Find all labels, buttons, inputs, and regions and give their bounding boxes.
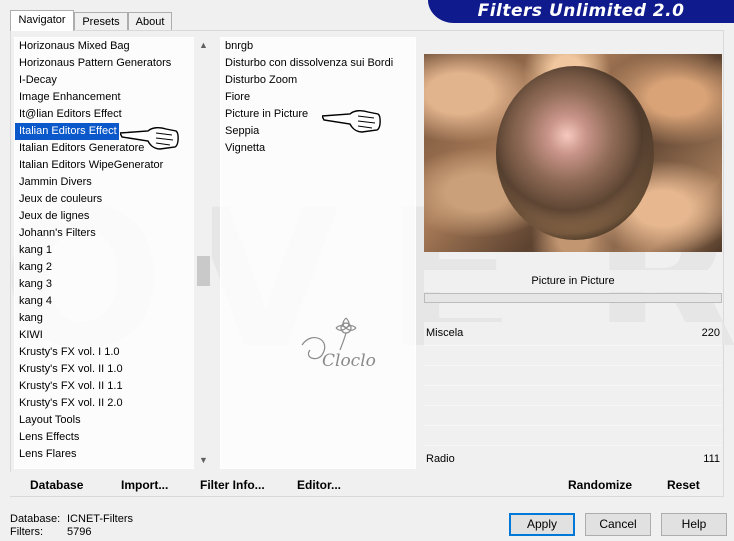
category-item-label: kang 2 [19, 261, 53, 273]
category-item-label: Krusty's FX vol. II 1.1 [19, 380, 123, 392]
divider [424, 345, 722, 346]
filters-count-label: Filters: [10, 526, 43, 538]
category-item[interactable]: Krusty's FX vol. II 1.1 [15, 378, 209, 395]
category-item[interactable]: kang 3 [15, 276, 209, 293]
tab-navigator[interactable]: Navigator [10, 10, 74, 31]
cancel-button[interactable]: Cancel [585, 513, 651, 536]
reset-button[interactable]: Reset [667, 478, 700, 492]
category-item[interactable]: Krusty's FX vol. I 1.0 [15, 344, 209, 361]
category-item-label: Krusty's FX vol. II 1.0 [19, 363, 123, 375]
category-item[interactable]: Johann's Filters [15, 225, 209, 242]
category-item[interactable]: Horizonaus Pattern Generators [15, 55, 209, 72]
category-item[interactable]: kang 2 [15, 259, 209, 276]
category-scrollbar[interactable]: ▲ ▼ [194, 37, 212, 469]
category-item-label: kang 3 [19, 278, 53, 290]
divider [424, 425, 722, 426]
param-slider-miscela[interactable]: Miscela 220 [424, 325, 722, 341]
category-item-label: kang 1 [19, 244, 53, 256]
signature-text: Cloclo [322, 351, 376, 371]
filter-item[interactable]: Fiore [221, 89, 415, 106]
pointing-hand-icon [322, 109, 381, 133]
param-value: 220 [701, 327, 720, 339]
divider [424, 385, 722, 386]
category-item-label: Italian Editors Effect [15, 123, 119, 140]
signature-watermark-icon: Cloclo [301, 317, 376, 371]
preview-sphere [496, 66, 654, 240]
filters-count-value: 5796 [67, 526, 92, 538]
category-item[interactable]: Jeux de couleurs [15, 191, 209, 208]
filter-item[interactable]: Disturbo Zoom [221, 72, 415, 89]
help-button[interactable]: Help [661, 513, 727, 536]
apply-button[interactable]: Apply [509, 513, 575, 536]
category-item[interactable]: Lens Flares [15, 446, 209, 463]
category-item-label: I-Decay [19, 74, 57, 86]
category-item-label: Horizonaus Mixed Bag [19, 40, 130, 52]
tab-presets[interactable]: Presets [74, 12, 128, 30]
database-button[interactable]: Database [30, 478, 83, 492]
filter-item[interactable]: Seppia [221, 123, 415, 140]
category-item-label: Layout Tools [19, 414, 81, 426]
preview-progress-bar [424, 293, 722, 303]
filter-info-button[interactable]: Filter Info... [200, 478, 265, 492]
category-item-label: Italian Editors WipeGenerator [19, 159, 164, 171]
category-item-label: Jeux de lignes [19, 210, 90, 222]
import-button[interactable]: Import... [121, 478, 168, 492]
category-item[interactable]: Krusty's FX vol. II 2.0 [15, 395, 209, 412]
category-list[interactable]: Horizonaus Mixed Bag Horizonaus Pattern G… [14, 37, 210, 469]
category-item[interactable]: It@lian Editors Effect [15, 106, 209, 123]
category-item[interactable]: kang 4 [15, 293, 209, 310]
category-item-label: Lens Flares [19, 448, 77, 460]
category-item-label: kang [19, 312, 43, 324]
tab-about[interactable]: About [128, 12, 172, 30]
randomize-button[interactable]: Randomize [568, 478, 632, 492]
app-title: Filters Unlimited 2.0 [477, 1, 685, 21]
category-item[interactable]: Image Enhancement [15, 89, 209, 106]
category-item-label: KIWI [19, 329, 43, 341]
category-item-label: Krusty's FX vol. II 2.0 [19, 397, 123, 409]
param-value: 111 [703, 453, 720, 465]
category-item-label: kang 4 [19, 295, 53, 307]
filter-item[interactable]: Disturbo con dissolvenza sui Bordi [221, 55, 415, 72]
filter-name-label: Picture in Picture [424, 270, 722, 292]
filter-preview-image [424, 54, 722, 252]
category-item[interactable]: Layout Tools [15, 412, 209, 429]
category-item[interactable]: Jammin Divers [15, 174, 209, 191]
filter-list[interactable]: bnrgb Disturbo con dissolvenza sui Bordi D… [220, 37, 416, 469]
param-name: Miscela [426, 327, 464, 339]
category-item-label: Jammin Divers [19, 176, 92, 188]
category-item-label: Horizonaus Pattern Generators [19, 57, 172, 69]
category-item[interactable]: Krusty's FX vol. II 1.0 [15, 361, 209, 378]
divider [424, 445, 722, 446]
divider [424, 405, 722, 406]
database-value: ICNET-Filters [67, 513, 133, 525]
category-item[interactable]: I-Decay [15, 72, 209, 89]
param-name: Radio [426, 453, 455, 465]
category-item[interactable]: kang [15, 310, 209, 327]
category-item[interactable]: KIWI [15, 327, 209, 344]
category-item-label: Jeux de couleurs [19, 193, 103, 205]
category-item-label: It@lian Editors Effect [19, 108, 122, 120]
category-item[interactable]: Jeux de lignes [15, 208, 209, 225]
filter-item[interactable]: Picture in Picture [221, 106, 415, 123]
category-item-label: Lens Effects [19, 431, 80, 443]
filter-item[interactable]: Vignetta [221, 140, 415, 157]
scrollbar-thumb[interactable] [197, 256, 210, 287]
filter-item[interactable]: bnrgb [221, 38, 415, 55]
database-label: Database: [10, 513, 61, 525]
category-item[interactable]: kang 1 [15, 242, 209, 259]
category-item[interactable]: Horizonaus Mixed Bag [15, 38, 209, 55]
category-item[interactable]: Lens Effects [15, 429, 209, 446]
scroll-down-arrow-icon[interactable]: ▼ [195, 452, 212, 469]
category-item-label: Johann's Filters [19, 227, 96, 239]
title-banner: Filters Unlimited 2.0 [428, 0, 734, 23]
scroll-up-arrow-icon[interactable]: ▲ [195, 37, 212, 54]
category-item-label: Image Enhancement [19, 91, 121, 103]
category-item-label: Krusty's FX vol. I 1.0 [19, 346, 120, 358]
pointing-hand-icon [120, 126, 179, 150]
param-slider-radio[interactable]: Radio 111 [424, 451, 722, 467]
editor-button[interactable]: Editor... [297, 478, 341, 492]
category-item[interactable]: Italian Editors WipeGenerator [15, 157, 209, 174]
divider [424, 365, 722, 366]
